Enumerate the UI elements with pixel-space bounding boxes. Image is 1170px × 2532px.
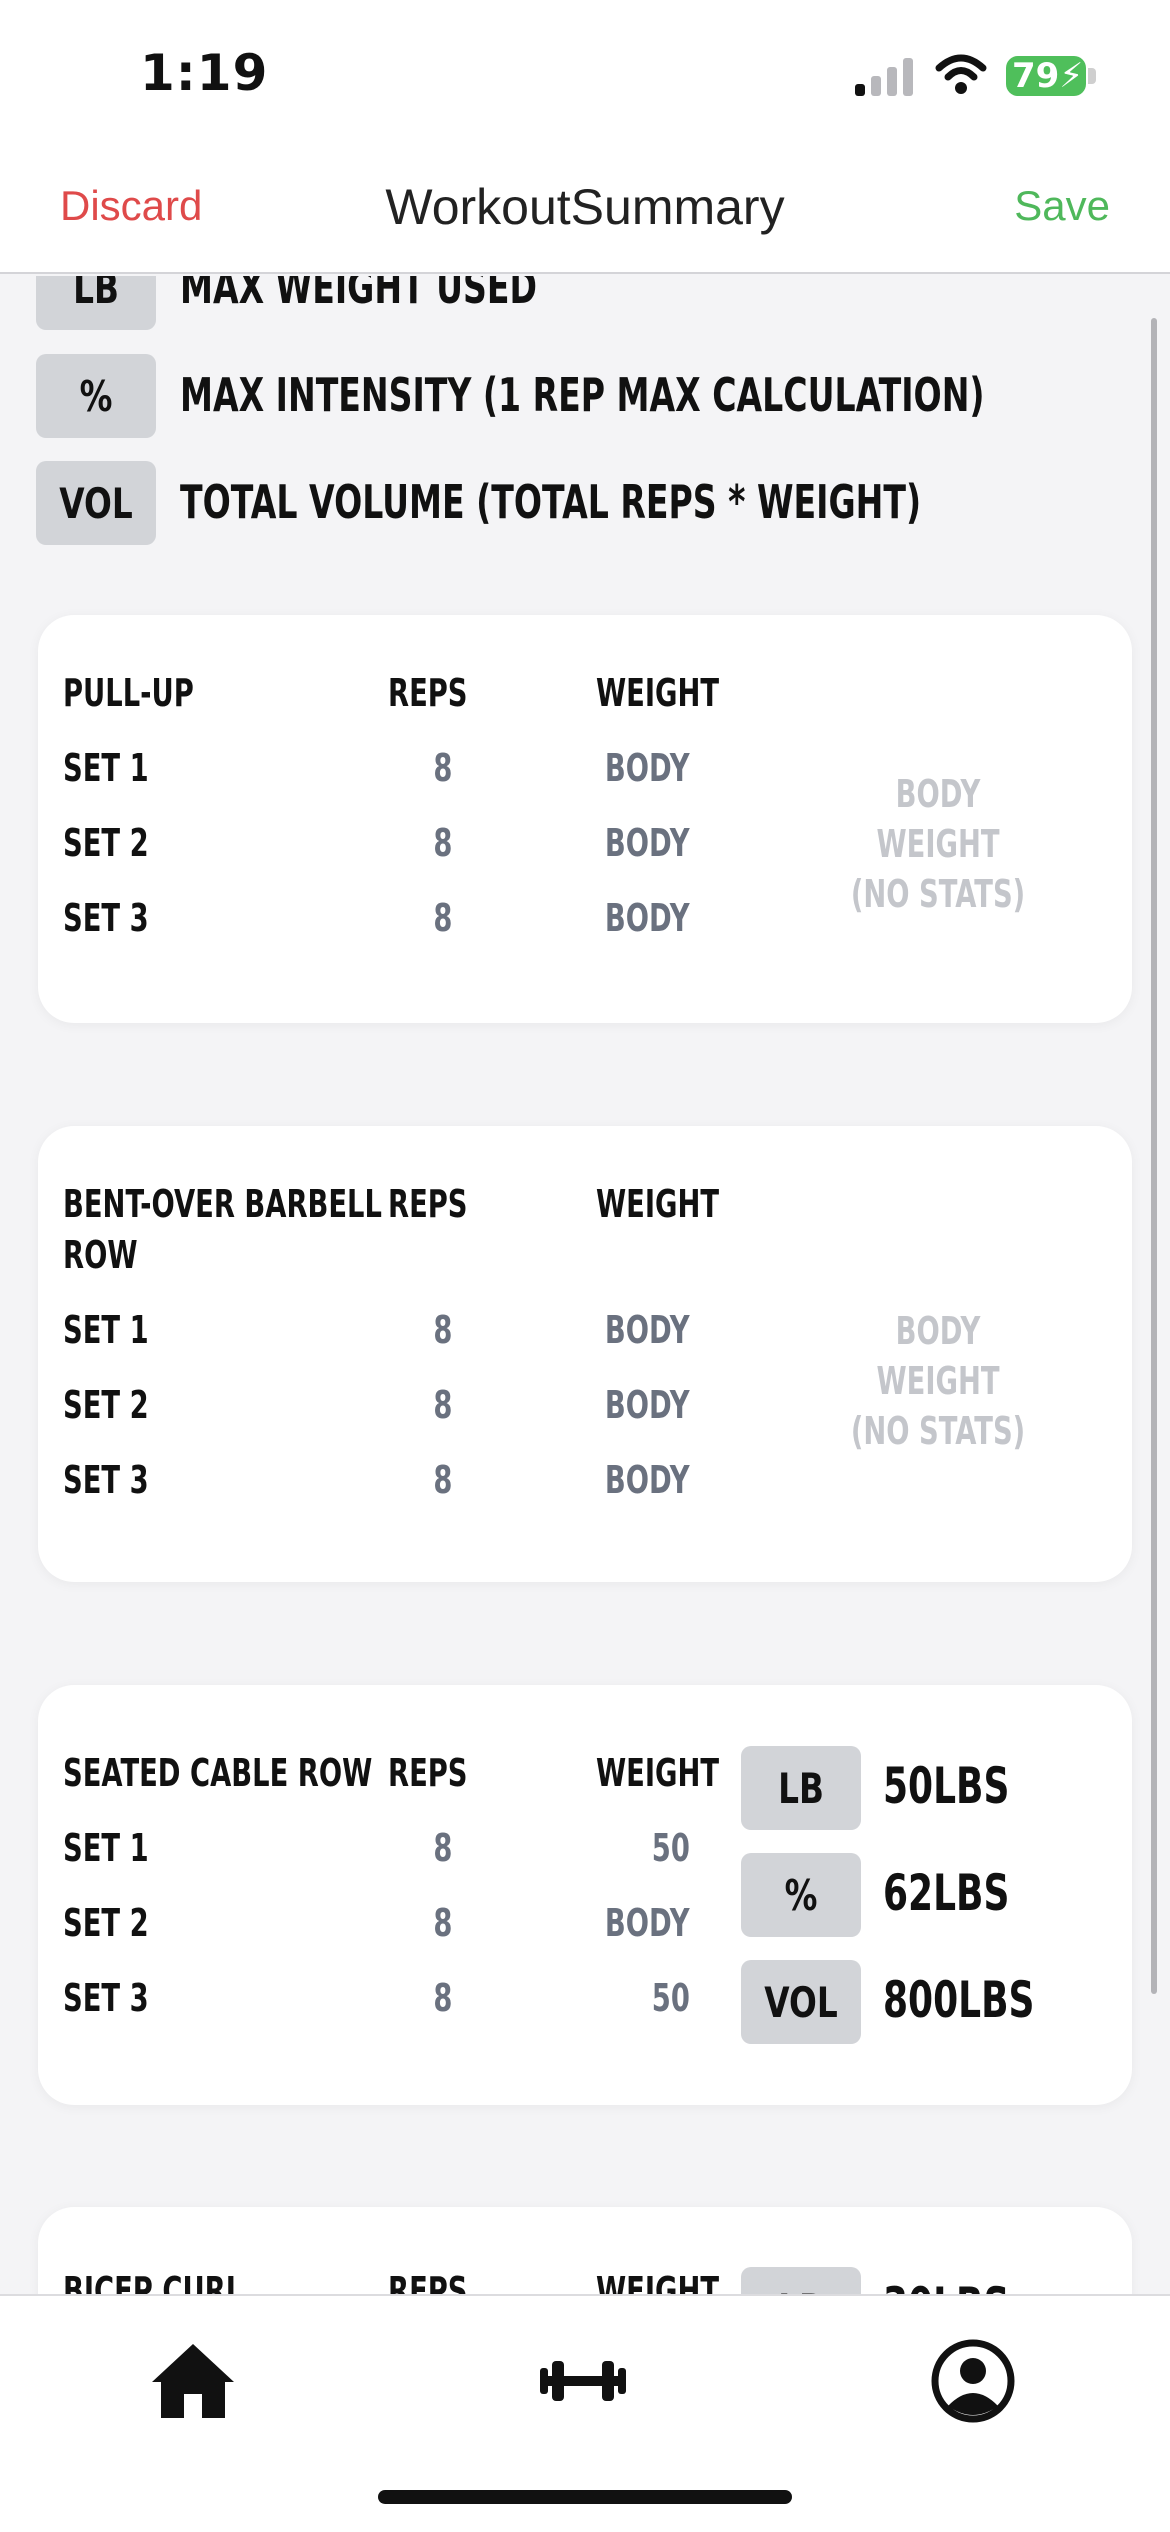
percent-chip: % xyxy=(36,354,156,438)
no-stats-line: BODY WEIGHT xyxy=(876,1309,1000,1403)
page-title: WorkoutSummary xyxy=(385,179,785,235)
set-reps: 8 xyxy=(432,1308,452,1352)
set-weight: 50 xyxy=(651,1826,690,1870)
set-label: SET 3 xyxy=(63,1976,149,2020)
lb-chip: LB xyxy=(741,1746,861,1830)
scroll-indicator[interactable] xyxy=(1151,318,1157,1994)
wifi-icon xyxy=(935,54,987,94)
set-reps: 8 xyxy=(432,1901,452,1945)
vol-chip: VOL xyxy=(36,461,156,545)
set-reps: 8 xyxy=(432,1826,452,1870)
exercise-name: BICEP CURL xyxy=(63,2269,244,2294)
legend-label: MAX INTENSITY (1 REP MAX CALCULATION) xyxy=(180,368,985,422)
weight-header: WEIGHT xyxy=(596,1182,720,1226)
vol-chip: VOL xyxy=(741,1960,861,2044)
set-weight: BODY xyxy=(605,1308,690,1352)
cellular-signal-icon xyxy=(855,56,915,96)
set-label: SET 1 xyxy=(63,1826,149,1870)
max-weight-value: 30LBS xyxy=(883,2277,1009,2294)
legend-row-total-volume: VOL TOTAL VOLUME (TOTAL REPS * WEIGHT) xyxy=(36,461,1136,545)
charging-bolt-icon: ⚡ xyxy=(1059,56,1084,96)
set-reps: 8 xyxy=(432,821,452,865)
home-indicator[interactable] xyxy=(378,2490,792,2504)
no-stats-line: (NO STATS) xyxy=(850,1409,1026,1453)
reps-header: REPS xyxy=(388,1182,468,1226)
no-stats-note: BODY WEIGHT (NO STATS) xyxy=(830,769,1046,919)
exercise-name: BENT-OVER BARBELL xyxy=(63,1182,382,1226)
set-label: SET 3 xyxy=(63,896,149,940)
exercise-card-bicep-curl[interactable]: BICEP CURL REPS WEIGHT LB 30LBS xyxy=(38,2207,1132,2294)
battery-icon: 79⚡ xyxy=(1006,56,1086,96)
reps-header: REPS xyxy=(388,2269,468,2294)
set-reps: 8 xyxy=(432,1458,452,1502)
reps-header: REPS xyxy=(388,671,468,715)
legend-label: MAX WEIGHT USED xyxy=(180,276,538,314)
exercise-name-continued: ROW xyxy=(63,1233,138,1277)
legend-label: TOTAL VOLUME (TOTAL REPS * WEIGHT) xyxy=(180,475,922,529)
set-weight: BODY xyxy=(605,746,690,790)
battery-level: 79 xyxy=(1012,56,1060,96)
set-weight: BODY xyxy=(605,1383,690,1427)
battery-cap xyxy=(1088,68,1096,84)
save-button[interactable]: Save xyxy=(1014,182,1110,230)
lb-chip: LB xyxy=(741,2267,861,2294)
set-reps: 8 xyxy=(432,1976,452,2020)
no-stats-line: BODY WEIGHT xyxy=(876,772,1000,866)
max-weight-value: 50LBS xyxy=(883,1757,1010,1815)
set-weight: BODY xyxy=(605,896,690,940)
legend-row-max-weight: LB MAX WEIGHT USED xyxy=(36,276,1136,330)
set-weight: BODY xyxy=(605,1901,690,1945)
set-reps: 8 xyxy=(432,746,452,790)
total-volume-value: 800LBS xyxy=(883,1971,1035,2029)
weight-header: WEIGHT xyxy=(596,2269,720,2294)
weight-header: WEIGHT xyxy=(596,1751,720,1795)
set-reps: 8 xyxy=(432,896,452,940)
lb-chip: LB xyxy=(36,276,156,330)
percent-chip: % xyxy=(741,1853,861,1937)
set-label: SET 1 xyxy=(63,746,149,790)
exercise-card-seated-cable-row[interactable]: SEATED CABLE ROW REPS WEIGHT SET 1 8 50 … xyxy=(38,1685,1132,2105)
status-time: 1:19 xyxy=(140,44,269,102)
nav-bar: Discard WorkoutSummary Save xyxy=(0,150,1170,274)
workout-summary-scroll[interactable]: LB MAX WEIGHT USED % MAX INTENSITY (1 RE… xyxy=(0,276,1170,2294)
set-label: SET 2 xyxy=(63,1383,149,1427)
no-stats-note: BODY WEIGHT (NO STATS) xyxy=(830,1306,1046,1456)
weight-header: WEIGHT xyxy=(596,671,720,715)
exercise-card-pull-up[interactable]: PULL-UP REPS WEIGHT SET 1 8 BODY SET 2 8… xyxy=(38,615,1132,1023)
set-weight: BODY xyxy=(605,821,690,865)
exercise-card-bent-over-barbell-row[interactable]: BENT-OVER BARBELL ROW REPS WEIGHT SET 1 … xyxy=(38,1126,1132,1582)
set-label: SET 2 xyxy=(63,821,149,865)
reps-header: REPS xyxy=(388,1751,468,1795)
set-weight: BODY xyxy=(605,1458,690,1502)
set-weight: 50 xyxy=(651,1976,690,2020)
profile-icon[interactable] xyxy=(928,2336,1018,2426)
exercise-name: PULL-UP xyxy=(63,671,194,715)
set-label: SET 3 xyxy=(63,1458,149,1502)
no-stats-line: (NO STATS) xyxy=(850,872,1026,916)
set-reps: 8 xyxy=(432,1383,452,1427)
exercise-name: SEATED CABLE ROW xyxy=(63,1751,373,1795)
status-bar: 1:19 79⚡ xyxy=(0,0,1170,150)
max-intensity-value: 62LBS xyxy=(883,1864,1010,1922)
legend-row-max-intensity: % MAX INTENSITY (1 REP MAX CALCULATION) xyxy=(36,354,1136,438)
home-icon[interactable] xyxy=(148,2336,238,2426)
set-label: SET 2 xyxy=(63,1901,149,1945)
dumbbell-icon[interactable] xyxy=(538,2336,628,2426)
set-label: SET 1 xyxy=(63,1308,149,1352)
